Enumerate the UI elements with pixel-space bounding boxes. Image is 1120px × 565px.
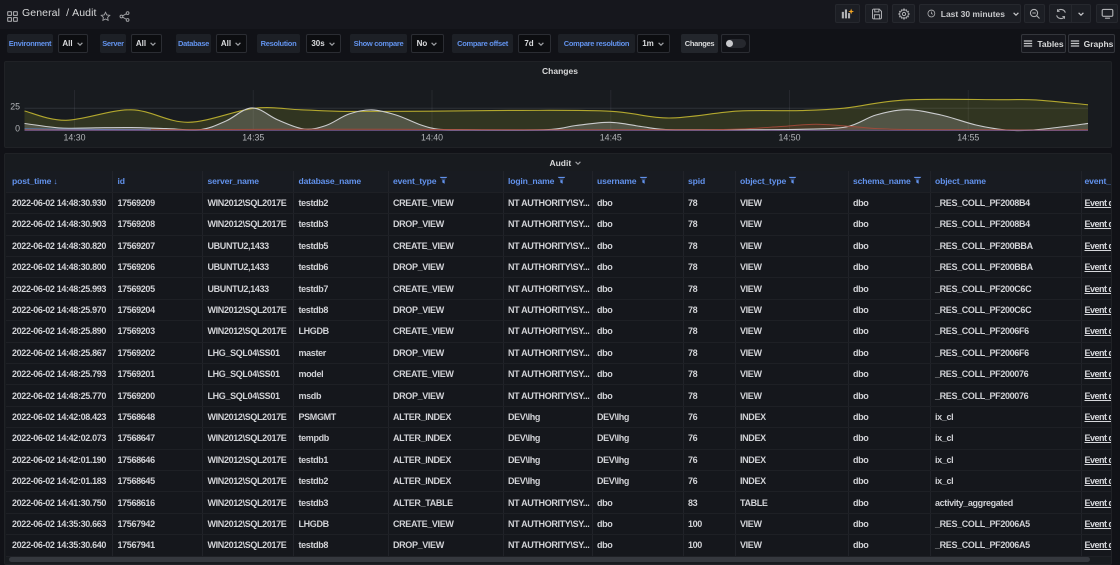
svg-text:14:40: 14:40 bbox=[421, 133, 443, 143]
svg-text:14:50: 14:50 bbox=[778, 133, 800, 143]
svg-text:14:35: 14:35 bbox=[242, 133, 264, 143]
svg-text:14:30: 14:30 bbox=[63, 133, 85, 143]
svg-text:0: 0 bbox=[15, 124, 20, 134]
svg-text:25: 25 bbox=[10, 102, 20, 112]
svg-text:14:45: 14:45 bbox=[600, 133, 622, 143]
svg-text:14:55: 14:55 bbox=[957, 133, 979, 143]
